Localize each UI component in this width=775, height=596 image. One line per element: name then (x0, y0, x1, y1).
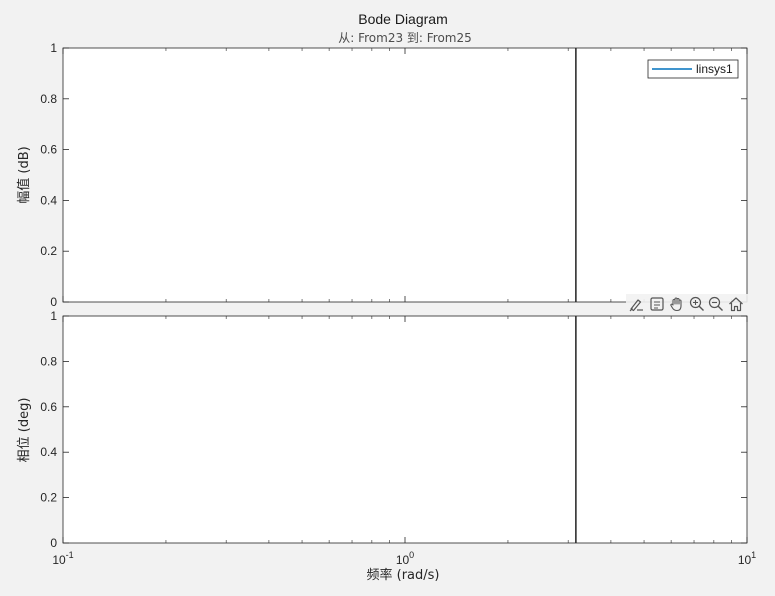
magnitude-ylabel: 幅值 (dB) (16, 146, 32, 203)
home-icon[interactable] (728, 296, 744, 312)
y-tick-label: 0.6 (40, 143, 57, 157)
chart-title: Bode Diagram (358, 11, 448, 27)
x-tick-labels: 10-1 100 101 (52, 550, 756, 567)
phase-axes-background (63, 316, 747, 543)
magnitude-axes[interactable] (62, 47, 748, 303)
y-tick-label: 0.4 (40, 193, 57, 207)
legend[interactable]: linsys1 (647, 59, 739, 79)
chart-subtitle: 从: From23 到: From25 (338, 31, 472, 45)
pan-hand-icon[interactable] (669, 296, 685, 312)
zoom-in-icon[interactable] (689, 296, 705, 312)
legend-series-label: linsys1 (696, 62, 733, 76)
y-tick-label: 0 (50, 295, 57, 309)
magnitude-axes-background (63, 48, 747, 302)
data-tips-icon[interactable] (649, 296, 665, 312)
brush-icon[interactable] (628, 296, 644, 312)
phase-ylabel: 相位 (deg) (17, 398, 32, 463)
phase-axes[interactable] (62, 315, 748, 544)
x-tick-label: 100 (396, 550, 414, 567)
axes-toolbar (626, 294, 748, 314)
y-tick-label: 0 (50, 536, 57, 550)
y-tick-label: 0.8 (40, 92, 57, 106)
x-axis-label: 频率 (rad/s) (367, 567, 440, 583)
y-tick-label: 1 (50, 309, 57, 323)
zoom-out-icon[interactable] (708, 296, 724, 312)
x-tick-label: 101 (738, 550, 756, 567)
y-tick-label: 0.2 (40, 244, 57, 258)
y-tick-label: 0.4 (40, 445, 57, 459)
x-tick-label: 10-1 (52, 550, 73, 567)
y-tick-label: 0.2 (40, 491, 57, 505)
y-tick-label: 1 (50, 41, 57, 55)
bode-figure: Bode Diagram 从: From23 到: From25 幅值 (dB)… (16, 11, 756, 583)
y-tick-label: 0.6 (40, 400, 57, 414)
y-tick-label: 0.8 (40, 354, 57, 368)
